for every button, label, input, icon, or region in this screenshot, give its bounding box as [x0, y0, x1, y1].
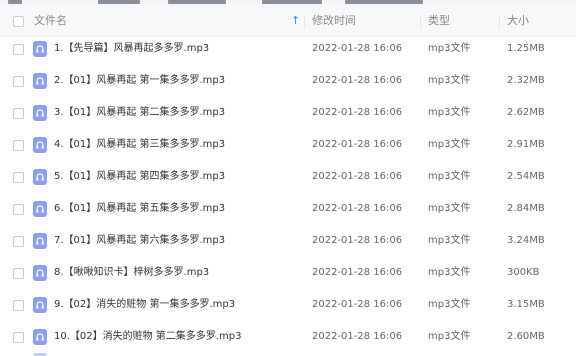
file-name[interactable]: 1.【先导篇】风暴再起多多罗.mp3	[54, 33, 209, 65]
audio-file-icon	[33, 329, 47, 345]
column-divider[interactable]	[304, 15, 305, 29]
file-size: 3.15MB	[507, 299, 545, 310]
row-checkbox[interactable]	[13, 268, 24, 279]
file-row[interactable]: 2.【01】风暴再起 第一集多多罗.mp3 2022-01-28 16:06 mp3…	[0, 65, 576, 97]
audio-file-icon	[33, 169, 47, 185]
file-type: mp3文件	[428, 75, 471, 86]
audio-file-icon	[33, 233, 47, 249]
file-modified-time: 2022-01-28 16:06	[312, 75, 403, 86]
breadcrumb-fragment	[168, 0, 226, 4]
row-checkbox[interactable]	[13, 108, 24, 119]
file-modified-time: 2022-01-28 16:06	[312, 139, 403, 150]
file-name[interactable]: 2.【01】风暴再起 第一集多多罗.mp3	[54, 65, 225, 97]
file-modified-time: 2022-01-28 16:06	[312, 171, 403, 182]
row-checkbox[interactable]	[13, 76, 24, 87]
file-type: mp3文件	[428, 235, 471, 246]
row-checkbox[interactable]	[13, 44, 24, 55]
file-row[interactable]: 10.【02】消失的赃物 第二集多多罗.mp3 2022-01-28 16:06 m…	[0, 321, 576, 353]
file-row[interactable]: 3.【01】风暴再起 第二集多多罗.mp3 2022-01-28 16:06 mp3…	[0, 97, 576, 129]
file-type: mp3文件	[428, 267, 471, 278]
file-size: 3.24MB	[507, 235, 545, 246]
file-modified-time: 2022-01-28 16:06	[312, 235, 403, 246]
file-modified-time: 2022-01-28 16:06	[312, 43, 403, 54]
column-divider[interactable]	[499, 15, 500, 29]
file-type: mp3文件	[428, 43, 471, 54]
file-name[interactable]: 8.【啾啾知识卡】梓树多多罗.mp3	[54, 257, 209, 289]
file-size: 2.60MB	[507, 331, 545, 342]
breadcrumb-fragment	[262, 0, 322, 4]
column-header-name[interactable]: 文件名	[34, 6, 67, 36]
file-modified-time: 2022-01-28 16:06	[312, 267, 403, 278]
audio-file-icon	[33, 265, 47, 281]
audio-file-icon	[33, 201, 47, 217]
file-size: 300KB	[507, 267, 540, 278]
file-size: 2.62MB	[507, 107, 545, 118]
file-type: mp3文件	[428, 203, 471, 214]
file-name[interactable]: 4.【01】风暴再起 第三集多多罗.mp3	[54, 129, 225, 161]
row-checkbox[interactable]	[13, 332, 24, 343]
file-modified-time: 2022-01-28 16:06	[312, 203, 403, 214]
column-header-type[interactable]: 类型	[428, 6, 450, 36]
column-header-time[interactable]: 修改时间	[312, 6, 356, 36]
breadcrumb-fragment	[98, 0, 140, 4]
file-type: mp3文件	[428, 331, 471, 342]
file-size: 1.25MB	[507, 43, 545, 54]
file-type: mp3文件	[428, 139, 471, 150]
sort-ascending-icon[interactable]: ↑	[291, 6, 300, 36]
file-size: 2.91MB	[507, 139, 545, 150]
file-modified-time: 2022-01-28 16:06	[312, 107, 403, 118]
file-modified-time: 2022-01-28 16:06	[312, 299, 403, 310]
file-type: mp3文件	[428, 107, 471, 118]
file-row[interactable]: 1.【先导篇】风暴再起多多罗.mp3 2022-01-28 16:06 mp3文件 1…	[0, 33, 576, 65]
file-name[interactable]: 9.【02】消失的赃物 第一集多多罗.mp3	[54, 289, 235, 321]
row-checkbox[interactable]	[13, 300, 24, 311]
row-checkbox[interactable]	[13, 236, 24, 247]
file-type: mp3文件	[428, 299, 471, 310]
select-all-checkbox[interactable]	[13, 16, 24, 27]
file-modified-time: 2022-01-28 16:06	[312, 331, 403, 342]
audio-file-icon	[33, 297, 47, 313]
row-checkbox[interactable]	[13, 140, 24, 151]
audio-file-icon	[33, 41, 47, 57]
file-name[interactable]: 3.【01】风暴再起 第二集多多罗.mp3	[54, 97, 225, 129]
column-header-size[interactable]: 大小	[507, 6, 529, 36]
file-row[interactable]: 6.【01】风暴再起 第五集多多罗.mp3 2022-01-28 16:06 mp3…	[0, 193, 576, 225]
breadcrumb-fragment	[8, 0, 22, 4]
file-name[interactable]: 7.【01】风暴再起 第六集多多罗.mp3	[54, 225, 225, 257]
breadcrumb-fragment	[345, 0, 423, 4]
column-divider[interactable]	[420, 15, 421, 29]
file-row[interactable]: 4.【01】风暴再起 第三集多多罗.mp3 2022-01-28 16:06 mp3…	[0, 129, 576, 161]
audio-file-icon	[33, 73, 47, 89]
next-row-partial	[0, 350, 576, 356]
audio-file-icon	[33, 105, 47, 121]
file-name[interactable]: 10.【02】消失的赃物 第二集多多罗.mp3	[54, 321, 241, 353]
file-row[interactable]: 7.【01】风暴再起 第六集多多罗.mp3 2022-01-28 16:06 mp3…	[0, 225, 576, 257]
file-row[interactable]: 9.【02】消失的赃物 第一集多多罗.mp3 2022-01-28 16:06 mp…	[0, 289, 576, 321]
file-name[interactable]: 5.【01】风暴再起 第四集多多罗.mp3	[54, 161, 225, 193]
file-size: 2.84MB	[507, 203, 545, 214]
file-name[interactable]: 6.【01】风暴再起 第五集多多罗.mp3	[54, 193, 225, 225]
audio-file-icon	[33, 137, 47, 153]
file-type: mp3文件	[428, 171, 471, 182]
row-checkbox[interactable]	[13, 172, 24, 183]
file-row[interactable]: 8.【啾啾知识卡】梓树多多罗.mp3 2022-01-28 16:06 mp3文件 3…	[0, 257, 576, 289]
file-size: 2.32MB	[507, 75, 545, 86]
file-row[interactable]: 5.【01】风暴再起 第四集多多罗.mp3 2022-01-28 16:06 mp3…	[0, 161, 576, 193]
file-size: 2.54MB	[507, 171, 545, 182]
row-checkbox[interactable]	[13, 204, 24, 215]
